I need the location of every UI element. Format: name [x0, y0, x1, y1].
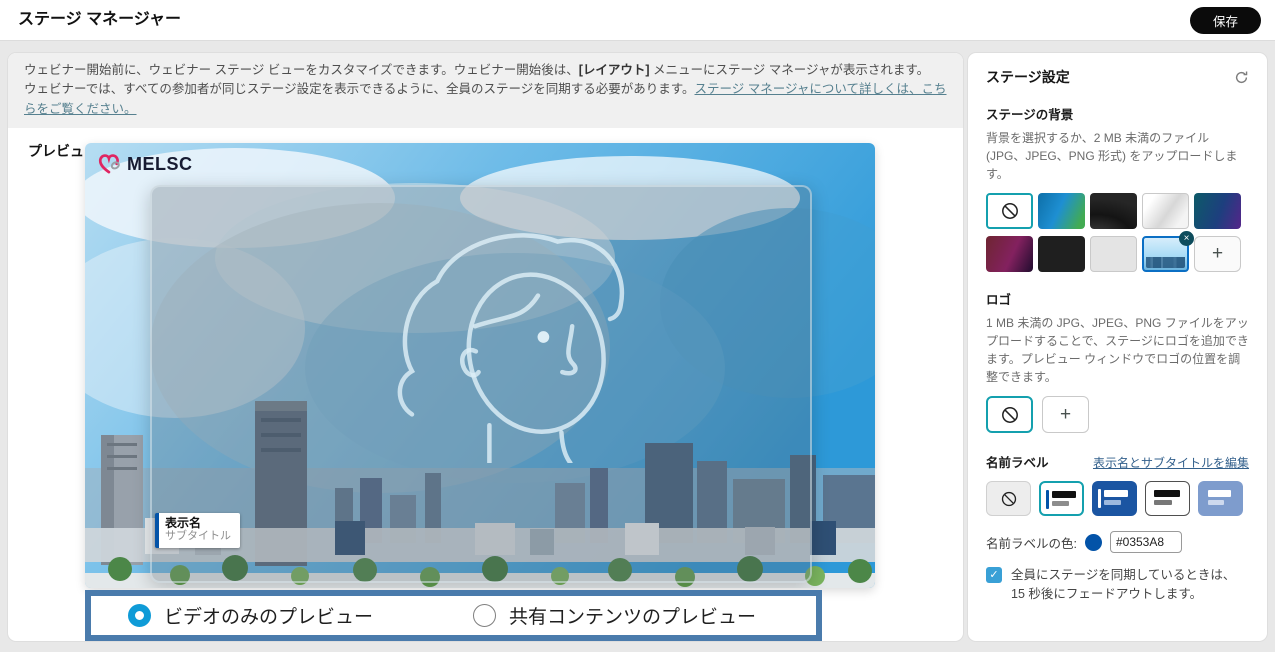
label-style-none[interactable] — [986, 481, 1031, 516]
radio-label: 共有コンテンツのプレビュー — [509, 602, 756, 629]
heart-logo-icon — [97, 152, 123, 176]
style-name-bar — [1154, 490, 1180, 497]
refresh-button[interactable] — [1234, 70, 1249, 85]
banner-text: ウェビナー開始前に、ウェビナー ステージ ビューをカスタマイズできます。ウェビナ… — [24, 63, 579, 77]
label-style-dark-blue[interactable] — [1092, 481, 1137, 516]
background-option-none[interactable] — [986, 193, 1033, 229]
background-options-grid: × + — [986, 193, 1249, 272]
logo-option-none[interactable] — [986, 396, 1033, 433]
style-name-bar — [1104, 490, 1128, 497]
name-label-preview[interactable]: 表示名 サブタイトル — [155, 513, 240, 548]
subtitle-text: サブタイトル — [165, 530, 231, 543]
name-label-header-row: 名前ラベル 表示名とサブタイトルを編集 — [986, 452, 1249, 471]
background-option-gray[interactable] — [1090, 236, 1137, 272]
style-subtitle-bar — [1154, 500, 1172, 505]
style-name-bar — [1052, 491, 1076, 498]
face-placeholder-icon — [385, 193, 655, 463]
style-subtitle-bar — [1052, 501, 1069, 506]
radio-label: ビデオのみのプレビュー — [164, 602, 373, 629]
refresh-icon — [1234, 70, 1249, 85]
logo-section-heading: ロゴ — [986, 289, 1249, 308]
label-color-row: 名前ラベルの色: — [986, 531, 1249, 553]
background-option-teal-purple[interactable] — [1194, 193, 1241, 229]
stage-settings-panel: ステージ設定 ステージの背景 背景を選択するか、2 MB 未満のファイル (JP… — [968, 53, 1267, 641]
name-label-section-heading: 名前ラベル — [986, 452, 1049, 471]
banner-bold-text: [レイアウト] — [579, 63, 650, 77]
top-bar: ステージ マネージャー 保存 — [0, 0, 1275, 41]
background-option-black[interactable] — [1038, 236, 1085, 272]
radio-selected-icon[interactable] — [128, 604, 151, 627]
sync-fadeout-checkbox[interactable]: ✓ — [986, 567, 1002, 583]
background-option-red-purple[interactable] — [986, 236, 1033, 272]
banner-text: ウェビナーでは、すべての参加者が同じステージ設定を表示できるように、全員のステー… — [24, 82, 695, 96]
style-accent-bar — [1098, 489, 1101, 508]
brand-logo-text: MELSC — [127, 154, 193, 175]
page-title: ステージ マネージャー — [0, 0, 1275, 40]
banner-line2: ウェビナーでは、すべての参加者が同じステージ設定を表示できるように、全員のステー… — [24, 82, 947, 115]
upload-logo-button[interactable]: + — [1042, 396, 1089, 433]
radio-shared-content[interactable]: 共有コンテンツのプレビュー — [473, 602, 756, 629]
logo-section-description: 1 MB 未満の JPG、JPEG、PNG ファイルをアップロードすることで、ス… — [986, 314, 1249, 386]
stage-preview: MELSC 表示名 サブタイトル — [85, 143, 875, 588]
none-icon — [1000, 201, 1020, 221]
style-name-bar — [1208, 490, 1231, 497]
background-section-description: 背景を選択するか、2 MB 未満のファイル (JPG、JPEG、PNG 形式) … — [986, 129, 1249, 183]
mini-skyline-graphic — [1146, 257, 1185, 268]
background-option-city-upload[interactable]: × — [1142, 236, 1189, 272]
none-icon — [1000, 490, 1018, 508]
background-option-blue-green[interactable] — [1038, 193, 1085, 229]
save-button[interactable]: 保存 — [1190, 7, 1261, 34]
preview-mode-selector: ビデオのみのプレビュー 共有コンテンツのプレビュー — [85, 590, 822, 641]
name-label-style-options — [986, 481, 1249, 516]
label-style-white-plain[interactable] — [1145, 481, 1190, 516]
info-banner: ウェビナー開始前に、ウェビナー ステージ ビューをカスタマイズできます。ウェビナ… — [8, 53, 963, 128]
background-section-heading: ステージの背景 — [986, 104, 1249, 123]
none-icon — [1000, 405, 1020, 425]
banner-text: メニューにステージ マネージャが表示されます。 — [650, 63, 930, 77]
sync-fadeout-row: ✓ 全員にステージを同期しているときは、15 秒後にフェードアウトします。 — [986, 566, 1249, 604]
sync-fadeout-label: 全員にステージを同期しているときは、15 秒後にフェードアウトします。 — [1011, 566, 1249, 604]
logo-options-row: + — [986, 396, 1249, 433]
background-option-white-wave[interactable] — [1142, 193, 1189, 229]
color-hex-input[interactable] — [1110, 531, 1182, 553]
settings-title: ステージ設定 — [986, 67, 1070, 87]
radio-video-only[interactable]: ビデオのみのプレビュー — [128, 602, 373, 629]
display-name-text: 表示名 — [165, 516, 231, 530]
upload-background-button[interactable]: + — [1194, 236, 1241, 272]
style-accent-bar — [1046, 490, 1049, 509]
style-subtitle-bar — [1104, 500, 1121, 505]
remove-background-button[interactable]: × — [1179, 231, 1194, 246]
edit-display-name-link[interactable]: 表示名とサブタイトルを編集 — [1093, 454, 1249, 471]
banner-line1: ウェビナー開始前に、ウェビナー ステージ ビューをカスタマイズできます。ウェビナ… — [24, 63, 929, 77]
label-color-text: 名前ラベルの色: — [986, 533, 1077, 552]
color-swatch[interactable] — [1085, 534, 1102, 551]
label-style-accent-bar[interactable] — [1039, 481, 1084, 516]
background-option-black-wave[interactable] — [1090, 193, 1137, 229]
brand-logo: MELSC — [97, 152, 193, 176]
style-subtitle-bar — [1208, 500, 1224, 505]
settings-header-row: ステージ設定 — [986, 67, 1249, 87]
radio-unselected-icon[interactable] — [473, 604, 496, 627]
main-content-card: ウェビナー開始前に、ウェビナー ステージ ビューをカスタマイズできます。ウェビナ… — [8, 53, 963, 641]
label-style-light-blue[interactable] — [1198, 481, 1243, 516]
